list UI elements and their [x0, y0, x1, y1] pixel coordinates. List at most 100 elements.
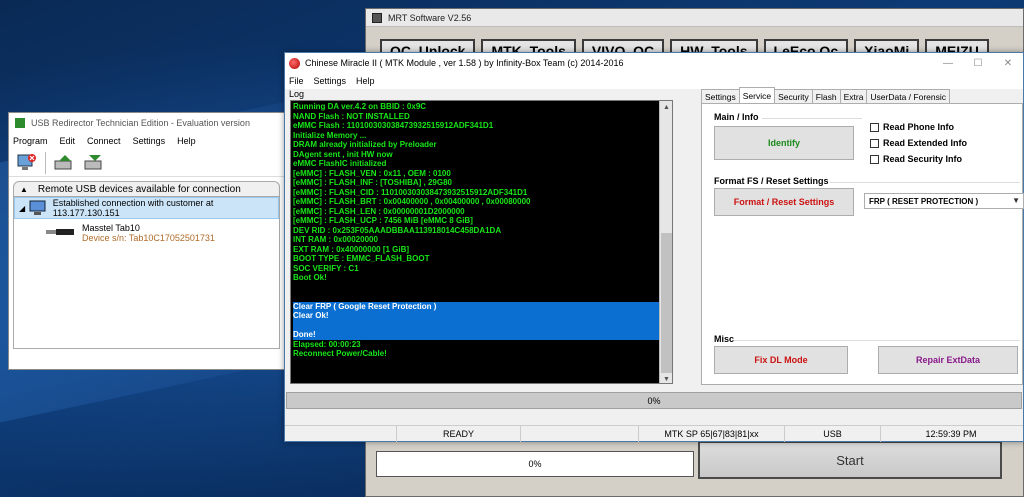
usb-titlebar[interactable]: USB Redirector Technician Edition - Eval…	[9, 113, 284, 133]
start-button[interactable]: Start	[698, 441, 1002, 479]
log-line: eMMC FlashIC initialized	[293, 159, 387, 168]
tab-settings[interactable]: Settings	[701, 89, 740, 103]
log-line: BOOT TYPE : EMMC_FLASH_BOOT	[293, 254, 430, 263]
log-line: EXT RAM : 0x40000000 [1 GiB]	[293, 244, 410, 254]
device-list: ◢ Established connection with customer a…	[13, 197, 280, 349]
read-security-info-checkbox[interactable]: Read Security Info	[870, 154, 962, 164]
chevron-down-icon: ▼	[1012, 196, 1020, 205]
mrt-titlebar[interactable]: MRT Software V2.56	[366, 9, 1023, 27]
section-divider	[830, 182, 1020, 183]
checkbox-box	[870, 138, 879, 148]
close-icon[interactable]: ✕	[993, 53, 1023, 73]
usb-cable-icon	[46, 229, 74, 235]
device-serial: Device s/n: Tab10C17052501731	[82, 233, 215, 243]
log-line	[293, 320, 661, 330]
connection-label: Established connection with customer at …	[52, 198, 214, 218]
fix-dl-mode-button[interactable]: Fix DL Mode	[714, 346, 848, 374]
tab-extra[interactable]: Extra	[839, 89, 868, 103]
read-extended-info-label: Read Extended Info	[883, 138, 968, 148]
tab-flash[interactable]: Flash	[811, 89, 841, 103]
status-state: READY	[397, 426, 521, 442]
usb-title: USB Redirector Technician Edition - Eval…	[31, 118, 250, 128]
expand-icon: ◢	[19, 203, 26, 213]
cm-menu-settings[interactable]: Settings	[314, 76, 347, 86]
connection-row[interactable]: ◢ Established connection with customer a…	[14, 197, 279, 219]
tab-userdata-forensic[interactable]: UserData / Forensic	[866, 89, 951, 103]
log-line: [eMMC] : FLASH_INF : [TOSHIBA] , 29G80	[293, 178, 452, 187]
toolbar-separator	[45, 151, 46, 174]
usb-device-disconnect-icon	[84, 154, 102, 169]
reset-type-value: FRP ( RESET PROTECTION )	[869, 196, 979, 206]
usb-menu-settings[interactable]: Settings	[133, 136, 166, 146]
log-line: [eMMC] : FLASH_CID : 1101003030384739325…	[293, 187, 528, 197]
usb-menu-connect[interactable]: Connect	[87, 136, 121, 146]
log-line: Boot Ok!	[293, 273, 327, 282]
cm-progress-text: 0%	[647, 395, 661, 406]
scroll-up-icon[interactable]: ▲	[660, 101, 672, 113]
usb-device-connect-icon	[54, 154, 72, 169]
disconnect-device-button[interactable]	[82, 151, 106, 175]
usb-toolbar	[9, 149, 284, 177]
read-security-info-label: Read Security Info	[883, 154, 963, 164]
usb-menubar: Program Edit Connect Settings Help	[9, 133, 284, 149]
log-scroll-thumb[interactable]	[661, 233, 672, 373]
service-tab-strip: Settings Service Security Flash Extra Us…	[701, 87, 951, 103]
computer-icon	[29, 200, 46, 215]
devices-header-label: Remote USB devices available for connect…	[37, 183, 241, 195]
log-line: Clear FRP ( Google Reset Protection )	[293, 301, 661, 311]
mrt-progress-text: 0%	[528, 459, 542, 469]
log-line: DEV RID : 0x253F05AAADBBAA113918014C458D…	[293, 225, 502, 235]
status-spacer-2	[521, 426, 639, 442]
reset-type-select[interactable]: FRP ( RESET PROTECTION ) ▼	[864, 193, 1024, 209]
log-label: Log	[289, 89, 305, 99]
cm-title: Chinese Miracle II ( MTK Module , ver 1.…	[305, 58, 624, 68]
repair-extdata-button[interactable]: Repair ExtData	[878, 346, 1018, 374]
read-extended-info-checkbox[interactable]: Read Extended Info	[870, 138, 967, 148]
log-line: eMMC Flash : 110100303038473932515912ADF…	[293, 121, 494, 130]
mrt-title: MRT Software V2.56	[388, 12, 472, 23]
identify-button[interactable]: Identify	[714, 126, 854, 160]
connect-device-button[interactable]	[52, 151, 76, 175]
mrt-progress-bar: 0%	[376, 451, 694, 477]
maximize-icon[interactable]: ☐	[963, 53, 993, 73]
devices-group-header[interactable]: ▲ Remote USB devices available for conne…	[13, 181, 280, 197]
device-item[interactable]: Masstel Tab10 Device s/n: Tab10C17052501…	[44, 223, 279, 243]
read-phone-info-checkbox[interactable]: Read Phone Info	[870, 122, 954, 132]
usb-menu-help[interactable]: Help	[177, 136, 196, 146]
device-name: Masstel Tab10	[82, 223, 140, 233]
disconnect-computer-button[interactable]	[15, 151, 39, 175]
log-line: Elapsed: 00:00:23	[293, 339, 361, 349]
cm-titlebar[interactable]: Chinese Miracle II ( MTK Module , ver 1.…	[285, 53, 1023, 73]
log-line: Done!	[293, 330, 661, 340]
format-reset-button[interactable]: Format / Reset Settings	[714, 188, 854, 216]
status-device: MTK SP 65|67|83|81|xx	[639, 426, 785, 442]
computer-disconnect-icon	[17, 153, 36, 170]
cm-menubar: File Settings Help	[285, 73, 1023, 89]
log-console[interactable]: Running DA ver.4.2 on BBID : 0x9C NAND Fl…	[290, 100, 673, 384]
usb-menu-edit[interactable]: Edit	[60, 136, 76, 146]
cm-menu-help[interactable]: Help	[356, 76, 375, 86]
tab-security[interactable]: Security	[774, 89, 813, 103]
checkbox-box	[870, 154, 879, 164]
misc-title: Misc	[714, 334, 735, 344]
log-line: [eMMC] : FLASH_UCP : 7456 MiB [eMMC 8 Gi…	[293, 216, 473, 225]
log-line: [eMMC] : FLASH_BRT : 0x00400000 , 0x0040…	[293, 197, 531, 206]
log-line: Reconnect Power/Cable!	[293, 349, 387, 358]
scroll-down-icon[interactable]: ▼	[660, 373, 672, 383]
usb-menu-program[interactable]: Program	[13, 136, 48, 146]
status-spacer	[285, 426, 397, 442]
status-bar: READY MTK SP 65|67|83|81|xx USB 12:59:39…	[285, 425, 1023, 442]
usb-redirector-window: USB Redirector Technician Edition - Eval…	[8, 112, 285, 370]
log-lines: Running DA ver.4.2 on BBID : 0x9C NAND Fl…	[293, 102, 661, 359]
minimize-icon[interactable]: —	[933, 53, 963, 73]
cm-menu-file[interactable]: File	[289, 76, 304, 86]
section-divider	[734, 340, 1020, 341]
service-panel: Main / Info Identify Read Phone Info Rea…	[701, 103, 1024, 385]
usb-app-icon	[15, 118, 25, 128]
tab-service[interactable]: Service	[738, 87, 776, 103]
log-scrollbar[interactable]: ▲ ▼	[659, 101, 672, 383]
log-line: Clear Ok!	[293, 311, 661, 321]
window-controls: — ☐ ✕	[933, 53, 1023, 73]
format-section-title: Format FS / Reset Settings	[714, 176, 829, 186]
